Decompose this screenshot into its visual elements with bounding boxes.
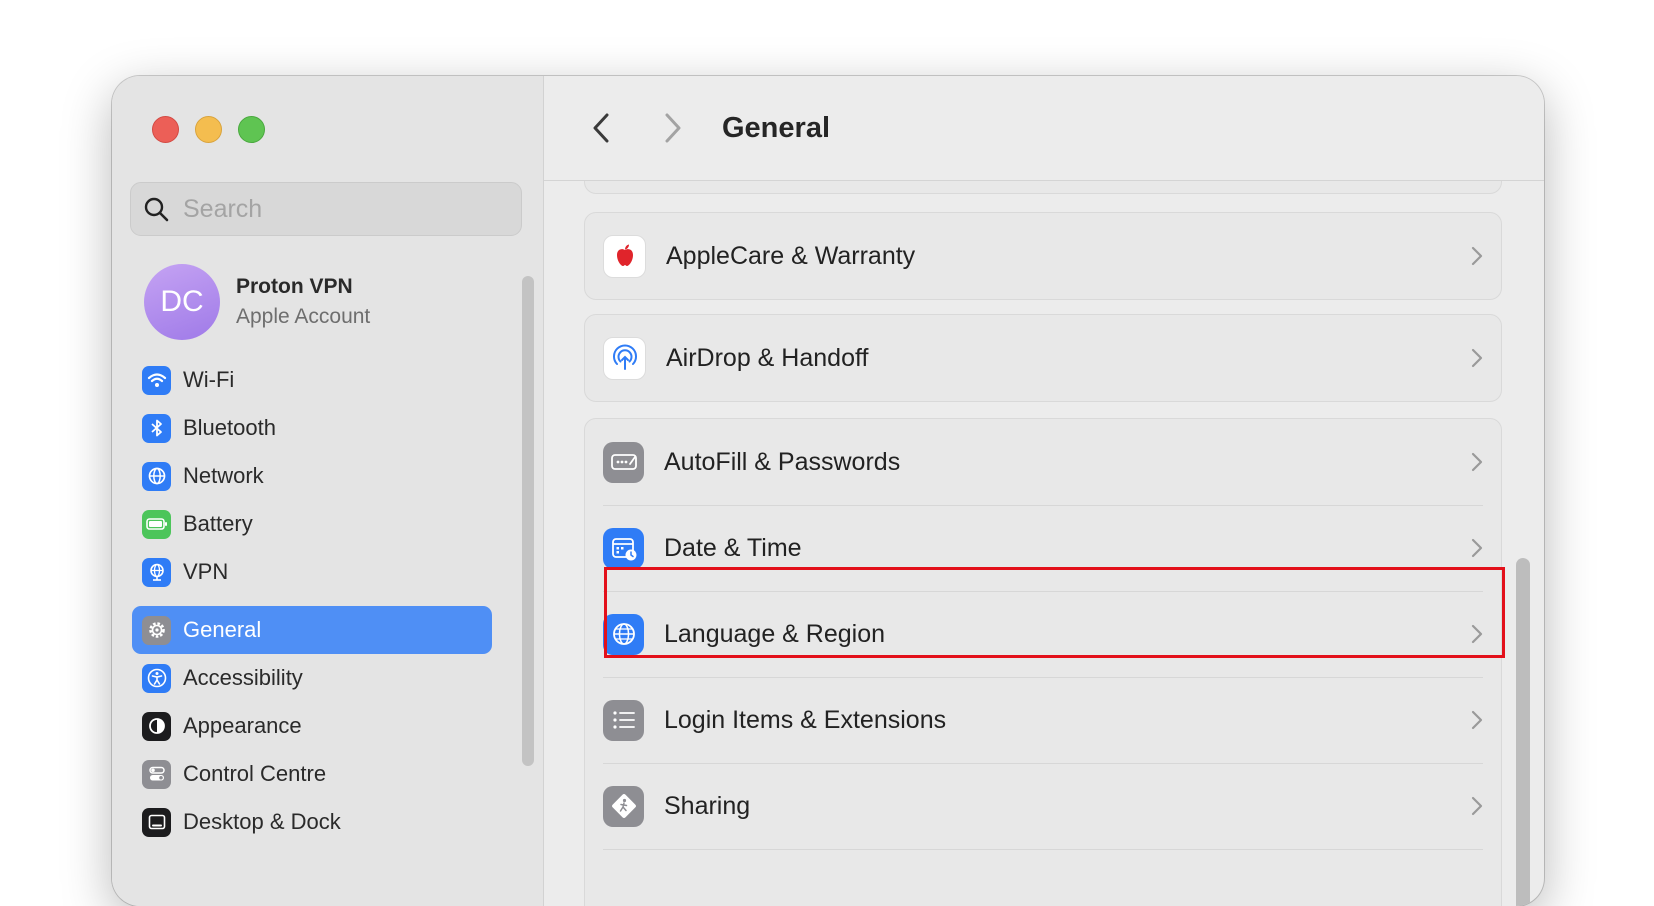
account-subtitle: Apple Account <box>236 305 371 328</box>
control-centre-icon <box>142 759 171 789</box>
list-icon <box>603 699 644 741</box>
battery-icon <box>142 509 171 539</box>
search-input[interactable] <box>181 193 505 225</box>
row-label: Login Items & Extensions <box>664 705 947 734</box>
chevron-right-icon <box>1471 796 1483 816</box>
search-icon <box>144 197 169 222</box>
settings-card: AutoFill & Passwords Date & Time Languag… <box>584 418 1502 906</box>
row-label: Date & Time <box>664 533 802 562</box>
chevron-right-icon <box>1471 710 1483 730</box>
sidebar-item-appearance[interactable]: Appearance <box>132 702 492 750</box>
accessibility-icon <box>142 663 171 693</box>
chevron-left-icon <box>593 113 609 143</box>
minimize-button[interactable] <box>195 116 222 143</box>
sidebar-scrollbar[interactable] <box>522 276 534 766</box>
back-button[interactable] <box>582 108 622 148</box>
globe-icon <box>142 461 171 491</box>
wifi-icon <box>142 365 171 395</box>
toolbar: General <box>544 76 1544 181</box>
bluetooth-icon <box>142 413 171 443</box>
row-date-time[interactable]: Date & Time <box>585 505 1501 591</box>
settings-card: AirDrop & Handoff <box>584 314 1502 402</box>
row-label: AirDrop & Handoff <box>666 343 869 372</box>
chevron-right-icon <box>1471 246 1483 266</box>
main-scrollbar[interactable] <box>1516 558 1530 906</box>
sidebar-item-battery[interactable]: Battery <box>132 500 492 548</box>
row-label: AppleCare & Warranty <box>666 241 916 270</box>
appearance-icon <box>142 711 171 741</box>
sidebar-item-desktop-dock[interactable]: Desktop & Dock <box>132 798 492 846</box>
gear-icon <box>142 615 171 645</box>
sidebar-item-label: VPN <box>183 559 229 584</box>
sharing-icon <box>603 785 644 827</box>
row-next[interactable] <box>585 849 1501 906</box>
account-entry[interactable]: DC Proton VPN Apple Account <box>144 264 370 340</box>
settings-card: AppleCare & Warranty <box>584 212 1502 300</box>
chevron-right-icon <box>665 113 681 143</box>
sidebar-item-label: Bluetooth <box>183 415 276 440</box>
account-name: Proton VPN <box>236 275 353 298</box>
sidebar-item-label: Control Centre <box>183 761 327 786</box>
row-sharing[interactable]: Sharing <box>585 763 1501 849</box>
sidebar-item-label: Network <box>183 463 264 488</box>
row-applecare-warranty[interactable]: AppleCare & Warranty <box>585 213 1501 299</box>
vpn-globe-icon <box>142 557 171 587</box>
chevron-right-icon <box>1471 538 1483 558</box>
settings-window: DC Proton VPN Apple Account Wi-Fi <box>112 76 1544 906</box>
row-label: Language & Region <box>664 619 886 648</box>
row-login-items-extensions[interactable]: Login Items & Extensions <box>585 677 1501 763</box>
calendar-clock-icon <box>603 527 644 569</box>
close-button[interactable] <box>152 116 179 143</box>
row-autofill-passwords[interactable]: AutoFill & Passwords <box>585 419 1501 505</box>
chevron-right-icon <box>1471 348 1483 368</box>
language-globe-icon <box>603 613 644 655</box>
sidebar-item-label: Accessibility <box>183 665 303 690</box>
sidebar-item-label: Appearance <box>183 713 302 738</box>
avatar-initials: DC <box>160 285 204 318</box>
sidebar-item-label: Battery <box>183 511 253 536</box>
sidebar-item-wifi[interactable]: Wi-Fi <box>132 356 492 404</box>
settings-list: AppleCare & Warranty AirDrop & Handoff A… <box>544 140 1544 906</box>
autofill-icon <box>603 441 644 483</box>
zoom-button[interactable] <box>238 116 265 143</box>
forward-button[interactable] <box>652 108 692 148</box>
sidebar-item-bluetooth[interactable]: Bluetooth <box>132 404 492 452</box>
sidebar-group-system: General Accessibility Appearance Control… <box>132 606 492 846</box>
sidebar-item-control-centre[interactable]: Control Centre <box>132 750 492 798</box>
row-label: Sharing <box>664 791 751 820</box>
page-title: General <box>722 111 830 144</box>
avatar: DC <box>144 264 220 340</box>
sidebar-item-vpn[interactable]: VPN <box>132 548 492 596</box>
chevron-right-icon <box>1471 452 1483 472</box>
sidebar-item-general[interactable]: General <box>132 606 492 654</box>
row-airdrop-handoff[interactable]: AirDrop & Handoff <box>585 315 1501 401</box>
row-language-region[interactable]: Language & Region <box>585 591 1501 677</box>
sidebar-item-accessibility[interactable]: Accessibility <box>132 654 492 702</box>
search-field[interactable] <box>130 182 522 236</box>
sidebar-item-network[interactable]: Network <box>132 452 492 500</box>
apple-logo-icon <box>603 234 646 278</box>
sidebar-item-label: General <box>183 617 262 642</box>
chevron-right-icon <box>1471 624 1483 644</box>
window-controls <box>152 116 265 143</box>
row-label: AutoFill & Passwords <box>664 447 901 476</box>
sidebar: DC Proton VPN Apple Account Wi-Fi <box>112 76 544 906</box>
sidebar-group-network: Wi-Fi Bluetooth Network Battery VPN <box>132 356 492 596</box>
airdrop-icon <box>603 336 646 380</box>
sidebar-item-label: Wi-Fi <box>183 367 235 392</box>
main-pane: General AppleCare & Warranty AirDrop & H… <box>544 76 1544 906</box>
dock-icon <box>142 807 171 837</box>
sidebar-item-label: Desktop & Dock <box>183 809 341 834</box>
